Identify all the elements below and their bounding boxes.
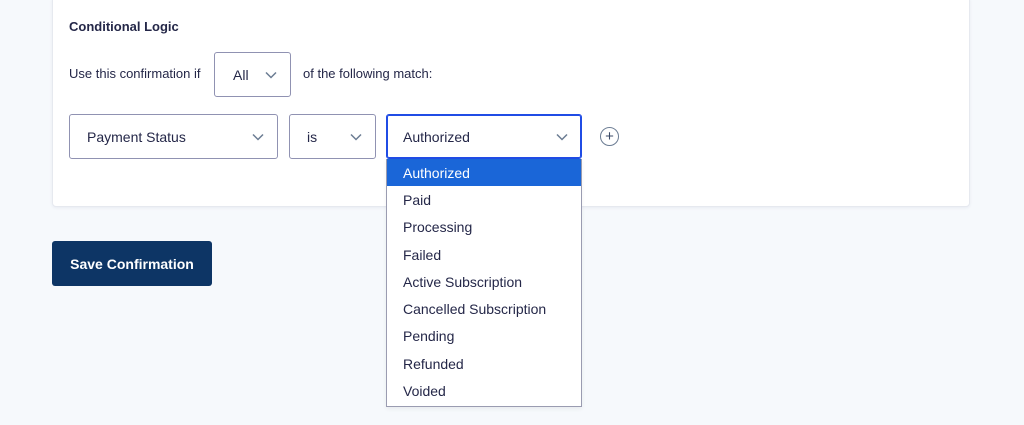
match-type-value: All [233,66,249,83]
dropdown-option[interactable]: Failed [387,241,581,268]
chevron-down-icon [251,130,265,144]
field-select-value: Payment Status [87,128,186,145]
field-select[interactable]: Payment Status [69,114,278,159]
match-type-select[interactable]: All [214,52,291,97]
dropdown-option[interactable]: Pending [387,323,581,350]
chevron-down-icon [555,130,569,144]
rule-suffix-text: of the following match: [303,66,433,81]
operator-select-value: is [307,128,318,145]
dropdown-option[interactable]: Paid [387,186,581,213]
dropdown-option[interactable]: Refunded [387,350,581,377]
chevron-down-icon [349,130,363,144]
section-title: Conditional Logic [69,19,179,34]
rule-prefix-text: Use this confirmation if [69,66,201,81]
save-confirmation-button[interactable]: Save Confirmation [52,241,212,286]
value-dropdown-list: Authorized Paid Processing Failed Active… [386,159,582,407]
value-select[interactable]: Authorized [386,114,582,159]
chevron-down-icon [264,68,278,82]
value-select-value: Authorized [403,128,470,145]
add-condition-button[interactable]: + [600,127,619,146]
dropdown-option[interactable]: Authorized [387,159,581,187]
dropdown-option[interactable]: Processing [387,214,581,241]
dropdown-option[interactable]: Active Subscription [387,268,581,295]
dropdown-option[interactable]: Voided [387,377,581,404]
operator-select[interactable]: is [289,114,376,159]
dropdown-option[interactable]: Cancelled Subscription [387,295,581,322]
plus-circle-icon: + [605,128,614,145]
